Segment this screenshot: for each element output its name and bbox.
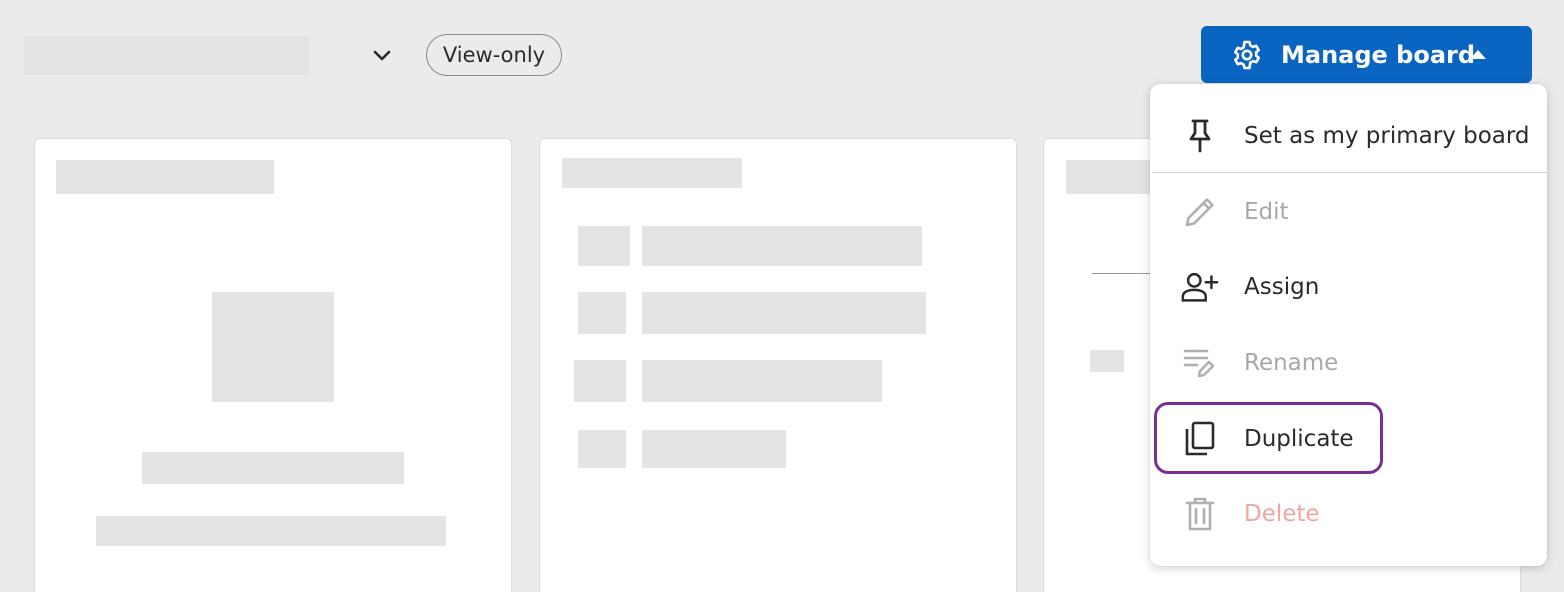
- skeleton-title: [56, 160, 274, 194]
- add-person-icon: [1180, 267, 1220, 307]
- manage-board-label: Manage board: [1281, 40, 1476, 69]
- skeleton-cell: [578, 430, 626, 468]
- menu-item-label: Rename: [1244, 350, 1339, 376]
- rename-icon: [1180, 343, 1220, 383]
- trash-icon: [1180, 494, 1220, 534]
- skeleton-cell: [578, 226, 630, 266]
- menu-item-set-primary[interactable]: Set as my primary board: [1150, 101, 1547, 171]
- skeleton-line: [142, 452, 404, 484]
- menu-item-label: Edit: [1244, 199, 1289, 225]
- menu-item-edit[interactable]: Edit: [1150, 177, 1547, 247]
- menu-item-delete[interactable]: Delete: [1150, 479, 1547, 549]
- divider: [1092, 273, 1152, 274]
- chevron-down-icon[interactable]: [370, 44, 394, 68]
- view-only-badge: View-only: [426, 34, 562, 76]
- skeleton-title: [1066, 160, 1152, 194]
- skeleton-cell: [574, 360, 626, 402]
- pin-icon: [1180, 116, 1220, 156]
- skeleton-image: [212, 292, 334, 402]
- manage-board-button[interactable]: Manage board: [1201, 26, 1532, 83]
- skeleton-cell: [1090, 350, 1124, 372]
- keyboard-focus-ring: [1154, 402, 1383, 474]
- manage-board-menu: Set as my primary board Edit Assign Rena…: [1150, 84, 1547, 566]
- board-title-placeholder: [24, 36, 310, 75]
- menu-item-label: Set as my primary board: [1244, 123, 1530, 149]
- pencil-icon: [1180, 192, 1220, 232]
- skeleton-cell: [642, 430, 786, 468]
- menu-separator: [1152, 172, 1547, 173]
- menu-item-label: Delete: [1244, 501, 1320, 527]
- skeleton-cell: [578, 292, 626, 334]
- gear-icon: [1234, 40, 1260, 69]
- skeleton-cell: [642, 360, 882, 402]
- skeleton-line: [96, 516, 446, 546]
- menu-item-assign[interactable]: Assign: [1150, 252, 1547, 322]
- caret-up-icon: [1470, 50, 1486, 59]
- skeleton-cell: [642, 292, 926, 334]
- skeleton-cell: [642, 226, 922, 266]
- menu-item-label: Assign: [1244, 274, 1320, 300]
- menu-item-rename[interactable]: Rename: [1150, 328, 1547, 398]
- skeleton-title: [562, 158, 742, 188]
